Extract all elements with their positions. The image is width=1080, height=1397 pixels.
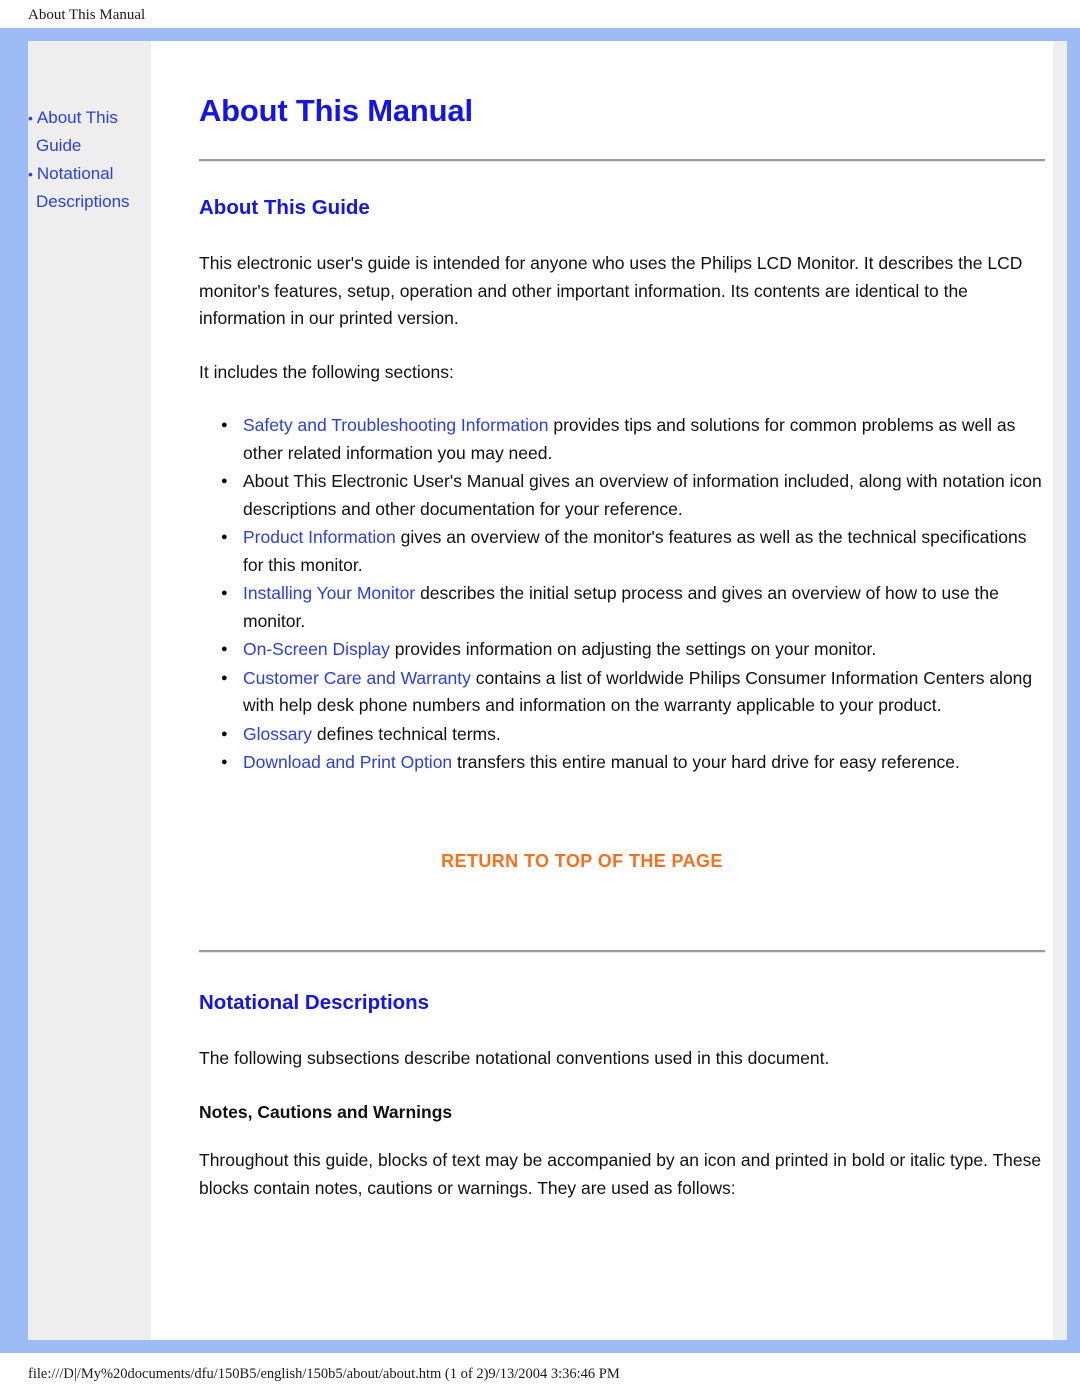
link-product-information[interactable]: Product Information: [243, 527, 396, 547]
link-on-screen-display[interactable]: On-Screen Display: [243, 639, 390, 659]
link-safety-and-troubleshooting[interactable]: Safety and Troubleshooting Information: [243, 415, 548, 435]
list-item: Product Information gives an overview of…: [221, 523, 1045, 579]
list-item: On-Screen Display provides information o…: [221, 635, 1045, 663]
list-item-text: About This Electronic User's Manual give…: [243, 471, 1042, 519]
page-sheet: • About This Guide • Notational Descriptio…: [28, 41, 1067, 1340]
notational-intro-paragraph: The following subsections describe notat…: [199, 1047, 830, 1068]
notational-body-paragraph: Throughout this guide, blocks of text ma…: [199, 1150, 1042, 1198]
bullet-icon: •: [28, 110, 33, 126]
link-glossary[interactable]: Glossary: [243, 724, 312, 744]
print-footer-path: file:///D|/My%20documents/dfu/150B5/engl…: [28, 1366, 620, 1382]
list-item: Safety and Troubleshooting Information p…: [221, 411, 1045, 467]
sidebar-list: • About This Guide • Notational Descriptio…: [28, 104, 145, 215]
list-item: Glossary defines technical terms.: [221, 720, 1045, 748]
return-to-top-wrapper: RETURN TO TOP OF THE PAGE: [199, 851, 1045, 872]
divider-middle: [199, 949, 1045, 953]
section-heading-notational-descriptions: Notational Descriptions: [199, 990, 430, 1014]
list-item: Customer Care and Warranty contains a li…: [221, 664, 1045, 720]
intro-paragraph: This electronic user's guide is intended…: [199, 253, 1023, 328]
feature-list: Safety and Troubleshooting Information p…: [199, 411, 1045, 777]
sidebar-link-notational-descriptions[interactable]: Notational Descriptions: [36, 164, 130, 211]
list-item: About This Electronic User's Manual give…: [221, 467, 1045, 523]
sidebar-link-about-this-guide[interactable]: About This Guide: [36, 108, 118, 155]
link-installing-your-monitor[interactable]: Installing Your Monitor: [243, 583, 415, 603]
list-item: Installing Your Monitor describes the in…: [221, 579, 1045, 635]
list-item-text: transfers this entire manual to your har…: [452, 752, 960, 772]
print-header-title: About This Manual: [28, 7, 146, 23]
list-item-text: defines technical terms.: [312, 723, 501, 744]
page-title: About This Manual: [199, 93, 473, 128]
right-gutter: [1053, 41, 1067, 1340]
sidebar-nav: • About This Guide • Notational Descriptio…: [28, 41, 151, 1340]
divider-top: [199, 159, 1045, 162]
sections-lead-in: It includes the following sections:: [199, 361, 454, 382]
list-item: Download and Print Option transfers this…: [221, 748, 1045, 776]
page-frame: • About This Guide • Notational Descriptio…: [0, 28, 1080, 1353]
section-heading-about-this-guide: About This Guide: [199, 196, 370, 219]
main-content: About This Manual About This Guide This …: [151, 41, 1067, 1340]
subheading-notes-cautions-warnings: Notes, Cautions and Warnings: [199, 1102, 453, 1122]
sidebar-item-notational-descriptions[interactable]: • Notational Descriptions: [28, 160, 145, 215]
list-item-text: provides information on adjusting the se…: [389, 639, 877, 659]
return-to-top-link[interactable]: RETURN TO TOP OF THE PAGE: [441, 851, 723, 871]
link-download-and-print-option[interactable]: Download and Print Option: [243, 752, 452, 772]
link-customer-care-and-warranty[interactable]: Customer Care and Warranty: [243, 668, 471, 688]
sidebar-item-about-this-guide[interactable]: • About This Guide: [28, 104, 145, 159]
bullet-icon: •: [28, 166, 33, 182]
